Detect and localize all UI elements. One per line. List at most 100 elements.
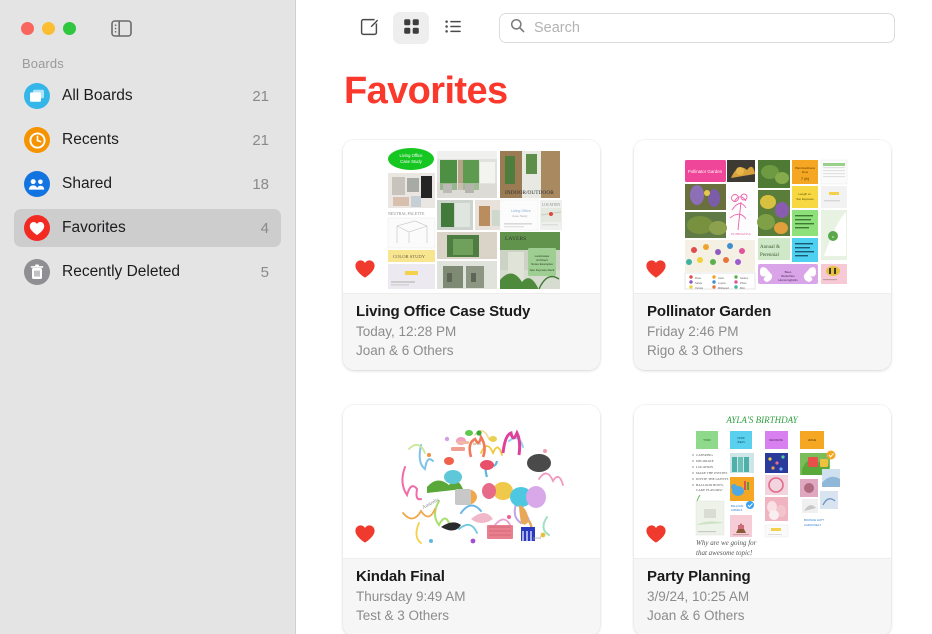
search-input[interactable] xyxy=(534,20,884,36)
people-icon xyxy=(24,171,50,197)
trash-icon xyxy=(24,259,50,285)
compose-button[interactable] xyxy=(351,12,387,44)
svg-text:Yarrow: Yarrow xyxy=(695,286,703,290)
zoom-button[interactable] xyxy=(63,21,76,35)
card-date: Friday 2:46 PM xyxy=(647,324,739,339)
card-date: Today, 12:28 PM xyxy=(356,324,457,339)
list-view-icon xyxy=(444,17,463,39)
svg-text:DECORATE: DECORATE xyxy=(696,459,714,463)
svg-text:LOCATION: LOCATION xyxy=(696,465,714,469)
sidebar-item-favorites[interactable]: Favorites 4 xyxy=(14,209,281,247)
svg-text:Hummingbirds: Hummingbirds xyxy=(778,278,798,282)
sidebar-item-shared[interactable]: Shared 18 xyxy=(14,165,281,203)
svg-text:CATERING: CATERING xyxy=(696,453,713,457)
thumbnail-art-party-planning: AYLA'S BIRTHDAY TODO CATERING DECORATE L… xyxy=(634,405,891,559)
sidebar-section-header: Boards xyxy=(22,56,64,71)
sidebar-item-recently-deleted[interactable]: Recently Deleted 5 xyxy=(14,253,281,291)
boards-grid: Living Office Case Study NEUTRAL PALETTE xyxy=(296,113,932,634)
close-button[interactable] xyxy=(21,21,34,35)
favorite-badge-icon[interactable] xyxy=(645,524,667,549)
sidebar-nav: All Boards 21 Recents 21 Shared 18 Favor… xyxy=(0,77,295,291)
svg-text:Pollinator Garden: Pollinator Garden xyxy=(688,169,723,174)
sidebar-item-recents[interactable]: Recents 21 xyxy=(14,121,281,159)
sidebar-item-count: 18 xyxy=(252,175,269,193)
svg-text:Phlox: Phlox xyxy=(740,281,747,285)
boards-icon xyxy=(24,83,50,109)
heart-icon xyxy=(24,215,50,241)
minimize-button[interactable] xyxy=(42,21,55,35)
sidebar-item-label: Favorites xyxy=(62,219,126,236)
sidebar-item-label: Shared xyxy=(62,175,112,192)
sidebar-item-all-boards[interactable]: All Boards 21 xyxy=(14,77,281,115)
svg-text:INDOOR/OUTDOOR: INDOOR/OUTDOOR xyxy=(505,190,554,196)
svg-text:that awesome topic!: that awesome topic! xyxy=(696,549,753,557)
search-icon xyxy=(510,18,525,38)
card-title: Pollinator Garden xyxy=(647,303,772,320)
svg-text:LAYERS: LAYERS xyxy=(505,236,526,242)
list-view-button[interactable] xyxy=(435,12,471,44)
sidebar-toggle-icon[interactable] xyxy=(110,19,132,37)
card-date: 3/9/24, 10:25 AM xyxy=(647,589,750,605)
app-window: Boards All Boards 21 Recents 21 Shared 1… xyxy=(0,0,932,634)
board-thumbnail: AYLA'S BIRTHDAY TODO CATERING DECORATE L… xyxy=(634,405,891,559)
svg-text:CAROUSEL?: CAROUSEL? xyxy=(804,523,821,527)
card-collaborators: Rigo & 3 Others xyxy=(647,343,744,359)
card-collaborators: Test & 3 Others xyxy=(356,608,450,624)
svg-text:Mint: Mint xyxy=(740,286,745,290)
titlebar xyxy=(0,0,295,56)
card-title: Kindah Final xyxy=(356,568,445,586)
card-title: Living Office Case Study xyxy=(356,303,531,320)
svg-text:Why are we going for: Why are we going for xyxy=(696,539,757,547)
svg-text:ANIMALS: ANIMALS xyxy=(731,508,743,512)
svg-text:ECHINACEA: ECHINACEA xyxy=(731,232,751,236)
svg-text:AYLA'S BIRTHDAY: AYLA'S BIRTHDAY xyxy=(725,415,798,425)
main-content: Favorites Living Office Case Study xyxy=(296,0,932,634)
svg-text:hello: hello xyxy=(473,441,481,446)
sidebar-item-count: 5 xyxy=(260,263,269,281)
svg-text:INVITE THE GUESTS: INVITE THE GUESTS xyxy=(696,477,728,481)
card-date: Thursday 9:49 AM xyxy=(356,589,466,605)
svg-text:Sedum: Sedum xyxy=(740,276,748,280)
board-thumbnail: Pollinator Garden ECHINACEA Rose Aster S… xyxy=(634,140,891,293)
svg-text:Salvia: Salvia xyxy=(695,281,703,285)
sidebar-item-label: Recents xyxy=(62,131,119,148)
svg-text:Aster: Aster xyxy=(718,276,724,280)
grid-view-icon xyxy=(402,17,421,39)
svg-text:MAKE THE INVITES: MAKE THE INVITES xyxy=(696,471,728,475)
search-field[interactable] xyxy=(499,13,895,43)
sidebar-item-count: 4 xyxy=(260,219,269,237)
board-thumbnail: Australia hello good xyxy=(343,405,600,559)
toolbar xyxy=(296,0,932,56)
svg-text:Length vs.: Length vs. xyxy=(799,192,812,196)
page-title: Favorites xyxy=(344,70,508,112)
svg-text:good: good xyxy=(533,535,541,540)
svg-text:BOUNCE HUT?: BOUNCE HUT? xyxy=(804,518,824,522)
board-card[interactable]: Pollinator Garden ECHINACEA Rose Aster S… xyxy=(634,140,891,371)
board-card[interactable]: AYLA'S BIRTHDAY TODO CATERING DECORATE L… xyxy=(634,405,891,634)
svg-text:DECORATE: DECORATE xyxy=(769,439,783,442)
svg-text:Zone: Zone xyxy=(802,170,809,174)
board-thumbnail: Living Office Case Study NEUTRAL PALETTE xyxy=(343,140,600,293)
svg-text:Case Study: Case Study xyxy=(400,159,423,164)
svg-text:Living Office: Living Office xyxy=(400,153,424,158)
svg-text:CAKE FLAVORS?: CAKE FLAVORS? xyxy=(696,488,723,492)
svg-text:Case Study: Case Study xyxy=(512,214,528,218)
card-title: Party Planning xyxy=(647,568,751,586)
favorite-badge-icon[interactable] xyxy=(354,524,376,549)
sidebar-item-label: Recently Deleted xyxy=(62,263,181,280)
svg-text:COLOR STUDY: COLOR STUDY xyxy=(393,254,426,259)
thumbnail-art-garden-collage: Pollinator Garden ECHINACEA Rose Aster S… xyxy=(634,140,891,293)
favorite-badge-icon[interactable] xyxy=(645,259,667,284)
card-collaborators: Joan & 6 Others xyxy=(356,343,454,359)
svg-text:IDEAS: IDEAS xyxy=(737,441,745,444)
favorite-badge-icon[interactable] xyxy=(354,259,376,284)
svg-text:NEUTRAL PALETTE: NEUTRAL PALETTE xyxy=(388,211,425,216)
svg-text:BALLOON: BALLOON xyxy=(731,504,743,508)
thumbnail-art-colorful-doodles: Australia hello good xyxy=(343,405,600,559)
svg-text:Perennial: Perennial xyxy=(760,253,779,258)
board-card[interactable]: Living Office Case Study NEUTRAL PALETTE xyxy=(343,140,600,371)
board-card[interactable]: Australia hello good Kindah Final Thursd… xyxy=(343,405,600,634)
svg-text:Annual &: Annual & xyxy=(760,245,780,250)
svg-text:Notes Examples: Notes Examples xyxy=(531,262,553,266)
grid-view-button[interactable] xyxy=(393,12,429,44)
